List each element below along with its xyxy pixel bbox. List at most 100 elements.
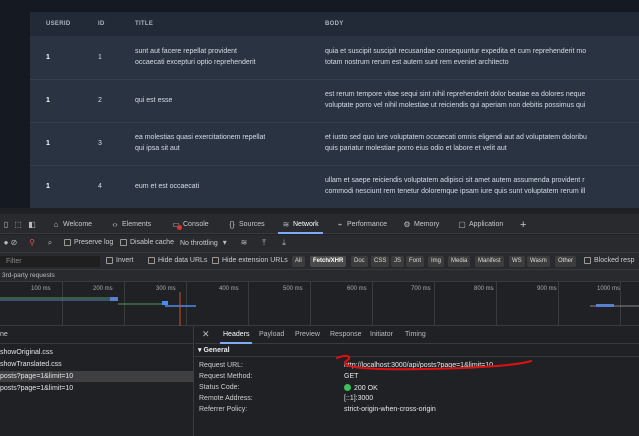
checkbox-icon — [212, 257, 219, 264]
tab-label: Application — [469, 221, 504, 228]
close-icon[interactable]: ✕ — [202, 329, 210, 340]
hide-data-urls-checkbox[interactable]: Hide data URLs — [148, 257, 207, 264]
tab-label: Memory — [414, 221, 440, 228]
disable-cache-checkbox[interactable]: Disable cache — [120, 239, 174, 246]
cell-id: 1 — [98, 54, 102, 61]
table-row[interactable]: 1 1 sunt aut facere repellat provident o… — [30, 38, 639, 80]
remote-address-value: [::1]:3000 — [344, 395, 374, 402]
cell-body-line: totam nostrum rerum est autem sunt rem e… — [325, 59, 509, 66]
dock-icon[interactable]: ◧ — [28, 217, 36, 232]
preserve-log-checkbox[interactable]: Preserve log — [64, 239, 113, 246]
cell-body-line: voluptate porro vel nihil molestiae ut r… — [325, 102, 586, 109]
filter-chip-ws[interactable]: WS — [509, 256, 525, 267]
inspect-icon[interactable]: ⬚ — [14, 217, 22, 232]
filter-chip-img[interactable]: Img — [428, 256, 445, 267]
tab-sources[interactable]: {} Sources — [228, 217, 265, 232]
request-row-selected[interactable]: posts?page=1&limit=10 — [0, 371, 194, 382]
search-icon[interactable]: ⌕ — [46, 239, 54, 247]
filter-funnel-icon[interactable]: ⚲ — [28, 239, 36, 247]
general-section-header[interactable]: ▾ General — [195, 345, 639, 357]
request-details: ✕ Headers Payload Preview Response Initi… — [195, 326, 639, 436]
filter-chip-media[interactable]: Media — [448, 256, 471, 267]
request-list-header[interactable]: ne — [0, 326, 194, 344]
hide-data-urls-label: Hide data URLs — [158, 257, 208, 264]
table-header: USERID ID TITLE BODY — [30, 12, 639, 36]
import-har-icon[interactable]: ⤒ — [260, 239, 268, 247]
tab-welcome[interactable]: ⌂ Welcome — [52, 217, 92, 232]
status-code-key: Status Code: — [199, 384, 240, 391]
checkbox-icon — [64, 239, 71, 246]
column-header-userid: USERID — [46, 21, 71, 27]
cell-title-line: eum et est occaecati — [135, 183, 200, 190]
cell-title-line: sunt aut facere repellat provident — [135, 48, 237, 55]
filter-chip-doc[interactable]: Doc — [351, 256, 368, 267]
filter-input[interactable]: Filter — [0, 256, 100, 267]
request-url-key: Request URL: — [199, 362, 243, 369]
chevron-down-icon: ▾ — [222, 238, 227, 247]
devtools-tabstrip: ▯ ⬚ ◧ ⌂ Welcome ‹› Elements ▭ Console {}… — [0, 214, 639, 234]
request-row[interactable]: showTranslated.css — [0, 359, 194, 370]
throttling-select[interactable]: No throttling ▾ — [180, 239, 229, 247]
export-har-icon[interactable]: ⤓ — [280, 239, 288, 247]
details-tabstrip: ✕ Headers Payload Preview Response Initi… — [195, 326, 639, 344]
device-toolbar-icon[interactable]: ▯ — [2, 217, 10, 232]
caret-down-icon: ▾ — [198, 347, 202, 354]
tab-application[interactable]: ▢ Application — [458, 217, 503, 232]
cell-body-line: quis pariatur molestiae porro eius odio … — [325, 145, 507, 152]
status-text: 200 OK — [354, 385, 378, 392]
table-row[interactable]: 1 2 qui est esse est rerum tempore vitae… — [30, 81, 639, 123]
memory-icon: ⚙ — [403, 219, 411, 229]
request-row[interactable]: showOriginal.css — [0, 347, 194, 358]
clear-icon[interactable]: ⊘ — [10, 239, 18, 247]
cell-title-line: qui ipsa sit aut — [135, 145, 180, 152]
tab-payload[interactable]: Payload — [259, 331, 284, 338]
request-url-value[interactable]: http://localhost:3000/api/posts?page=1&l… — [344, 362, 493, 369]
tab-console[interactable]: ▭ Console — [172, 217, 209, 232]
disable-cache-label: Disable cache — [130, 239, 174, 246]
hide-extension-urls-checkbox[interactable]: Hide extension URLs — [212, 257, 288, 264]
filter-chip-manifest[interactable]: Manifest — [475, 256, 504, 267]
tab-headers[interactable]: Headers — [219, 331, 254, 344]
devtools-panel: ▯ ⬚ ◧ ⌂ Welcome ‹› Elements ▭ Console {}… — [0, 208, 639, 436]
network-conditions-icon[interactable]: ≋ — [240, 239, 248, 247]
column-header-body: BODY — [325, 21, 344, 27]
tab-label: Sources — [239, 221, 265, 228]
tab-response[interactable]: Response — [330, 331, 362, 338]
checkbox-icon — [106, 257, 113, 264]
add-tab-icon[interactable]: + — [520, 217, 526, 232]
column-header-id: ID — [98, 21, 105, 27]
tab-elements[interactable]: ‹› Elements — [111, 217, 151, 232]
tab-performance[interactable]: ⌁ Performance — [336, 217, 388, 232]
referrer-policy-key: Referrer Policy: — [199, 406, 248, 413]
third-party-requests-row[interactable]: 3rd-party requests — [0, 270, 639, 282]
tab-network[interactable]: ≋ Network — [278, 217, 323, 234]
table-row[interactable]: 1 4 eum et est occaecati ullam et saepe … — [30, 167, 639, 209]
table-row[interactable]: 1 3 ea molestias quasi exercitationem re… — [30, 124, 639, 166]
blocked-responses-checkbox[interactable]: Blocked resp — [584, 257, 634, 264]
tab-preview[interactable]: Preview — [295, 331, 320, 338]
home-icon: ⌂ — [53, 219, 59, 229]
filter-chip-font[interactable]: Font — [406, 256, 425, 267]
filter-chip-js[interactable]: JS — [391, 256, 405, 267]
filter-chip-wasm[interactable]: Wasm — [527, 256, 550, 267]
name-column-header: ne — [0, 331, 8, 338]
request-method-value: GET — [344, 373, 359, 380]
throttling-value: No throttling — [180, 239, 218, 247]
filter-chip-other[interactable]: Other — [555, 256, 577, 267]
sources-icon: {} — [229, 219, 235, 229]
tab-timing[interactable]: Timing — [405, 331, 426, 338]
network-timeline-overview[interactable]: 100 ms 200 ms 300 ms 400 ms 500 ms 600 m… — [0, 282, 639, 326]
filter-chip-all[interactable]: All — [292, 256, 305, 267]
wifi-icon: ≋ — [282, 219, 290, 229]
record-icon[interactable]: ● — [2, 239, 10, 247]
filter-chip-fetch-xhr[interactable]: Fetch/XHR — [310, 256, 347, 267]
filter-chip-css[interactable]: CSS — [371, 256, 390, 267]
tab-memory[interactable]: ⚙ Memory — [403, 217, 439, 232]
tab-initiator[interactable]: Initiator — [370, 331, 393, 338]
posts-table: USERID ID TITLE BODY 1 1 sunt aut facere… — [30, 12, 639, 208]
cell-id: 3 — [98, 140, 102, 147]
request-row[interactable]: posts?page=1&limit=10 — [0, 383, 194, 394]
app-page: USERID ID TITLE BODY 1 1 sunt aut facere… — [0, 0, 639, 208]
timeline-bars — [0, 292, 639, 326]
invert-checkbox[interactable]: Invert — [106, 257, 134, 264]
